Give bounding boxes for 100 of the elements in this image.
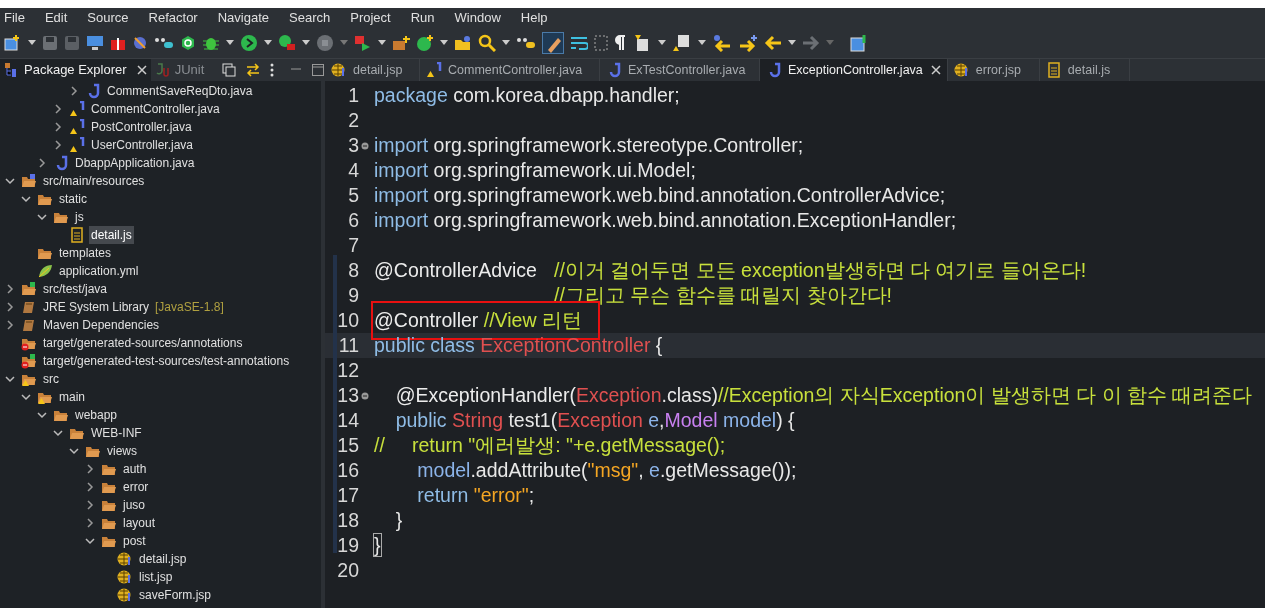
new-icon[interactable] bbox=[4, 33, 22, 52]
caret-icon[interactable] bbox=[502, 39, 510, 46]
tree-item[interactable]: auth bbox=[121, 460, 149, 478]
fold-icon[interactable] bbox=[361, 391, 369, 400]
tree-item[interactable]: views bbox=[105, 442, 139, 460]
chevron-right-icon[interactable] bbox=[53, 122, 63, 132]
forward-icon[interactable] bbox=[738, 33, 758, 52]
tree-item[interactable]: static bbox=[57, 190, 89, 208]
open-folder-icon[interactable] bbox=[454, 34, 472, 51]
document-icon[interactable] bbox=[672, 33, 692, 52]
tree-item[interactable]: detail.js bbox=[89, 226, 134, 244]
run-config-icon[interactable] bbox=[278, 33, 296, 52]
tree-item[interactable]: Maven Dependencies bbox=[41, 316, 162, 334]
link-editor-icon[interactable] bbox=[246, 63, 261, 77]
tree-item[interactable]: JRE System Library bbox=[41, 298, 152, 316]
chevron-right-icon[interactable] bbox=[53, 140, 63, 150]
caret-icon[interactable] bbox=[440, 39, 448, 46]
view-menu-icon[interactable] bbox=[270, 63, 275, 77]
new-class-icon[interactable] bbox=[416, 33, 434, 52]
external-tool-icon[interactable] bbox=[354, 34, 372, 51]
chevron-right-icon[interactable] bbox=[5, 284, 15, 294]
tree-item[interactable]: saveForm.jsp bbox=[137, 586, 214, 604]
menu-item[interactable]: Edit bbox=[34, 7, 78, 28]
caret-icon[interactable] bbox=[264, 39, 272, 46]
pen-icon[interactable] bbox=[542, 31, 564, 54]
dotted-box-icon[interactable] bbox=[594, 34, 608, 51]
chevron-right-icon[interactable] bbox=[37, 158, 47, 168]
tree-item[interactable]: layout bbox=[121, 514, 158, 532]
editor-tab[interactable]: ExceptionController.java bbox=[760, 59, 948, 81]
wrap-icon[interactable] bbox=[570, 34, 588, 51]
back-arrow-icon[interactable] bbox=[764, 34, 782, 51]
tree-item[interactable]: list.jsp bbox=[137, 568, 175, 586]
chevron-right-icon[interactable] bbox=[85, 518, 95, 528]
chevron-down-icon[interactable] bbox=[37, 410, 47, 420]
chevron-right-icon[interactable] bbox=[69, 86, 79, 96]
menu-item[interactable]: Project bbox=[340, 7, 401, 28]
caret-icon[interactable] bbox=[28, 39, 36, 46]
run-icon[interactable] bbox=[240, 33, 258, 52]
fold-icon[interactable] bbox=[361, 141, 369, 150]
tree-item[interactable]: src bbox=[41, 370, 61, 388]
tree-item[interactable]: detail.jsp bbox=[137, 550, 189, 568]
chevron-right-icon[interactable] bbox=[53, 104, 63, 114]
chevron-down-icon[interactable] bbox=[85, 536, 95, 546]
caret-icon[interactable] bbox=[302, 39, 310, 46]
save-icon[interactable] bbox=[42, 34, 58, 51]
menu-item[interactable]: Window bbox=[444, 7, 511, 28]
monitor-icon[interactable] bbox=[86, 34, 104, 51]
menu-item[interactable]: Search bbox=[279, 7, 341, 28]
tree-item[interactable]: WEB-INF bbox=[89, 424, 144, 442]
caret-icon[interactable] bbox=[658, 39, 666, 46]
maximize-icon[interactable] bbox=[312, 64, 325, 76]
menu-item[interactable]: Navigate bbox=[207, 7, 279, 28]
menu-item[interactable]: Refactor bbox=[138, 7, 208, 28]
tree-item[interactable]: target/generated-sources/annotations bbox=[41, 334, 245, 352]
tree-item[interactable]: UserController.java bbox=[89, 136, 196, 154]
tree-item[interactable]: PostController.java bbox=[89, 118, 194, 136]
menu-item[interactable]: Source bbox=[77, 7, 139, 28]
toggle-icon[interactable] bbox=[154, 35, 174, 50]
chevron-right-icon[interactable] bbox=[85, 500, 95, 510]
tree-item[interactable]: src/main/resources bbox=[41, 172, 147, 190]
chevron-down-icon[interactable] bbox=[69, 446, 79, 456]
back-icon[interactable] bbox=[712, 33, 732, 52]
chevron-down-icon[interactable] bbox=[5, 374, 15, 384]
no-entry-icon[interactable] bbox=[132, 34, 148, 51]
caret-icon[interactable] bbox=[226, 39, 234, 46]
chevron-down-icon[interactable] bbox=[5, 176, 15, 186]
chevron-down-icon[interactable] bbox=[37, 212, 47, 222]
caret-icon[interactable] bbox=[698, 39, 706, 46]
tree-item[interactable]: src/test/java bbox=[41, 280, 110, 298]
menu-item[interactable]: File bbox=[0, 7, 35, 28]
tree-item[interactable]: post bbox=[121, 532, 148, 550]
caret-icon[interactable] bbox=[378, 39, 386, 46]
tree-item[interactable]: CommentController.java bbox=[89, 100, 222, 118]
view-tab[interactable]: Package Explorer bbox=[0, 59, 151, 81]
package-icon[interactable] bbox=[392, 34, 410, 51]
tree-item[interactable]: webapp bbox=[73, 406, 120, 424]
tree-item[interactable]: CommentSaveReqDto.java bbox=[105, 82, 255, 100]
chevron-right-icon[interactable] bbox=[5, 302, 15, 312]
chevron-down-icon[interactable] bbox=[21, 194, 31, 204]
forward-arrow-icon[interactable] bbox=[802, 34, 820, 51]
power-icon[interactable] bbox=[180, 34, 196, 51]
tree-item[interactable]: DbappApplication.java bbox=[73, 154, 197, 172]
chevron-down-icon[interactable] bbox=[53, 428, 63, 438]
menu-item[interactable]: Help bbox=[510, 7, 558, 28]
collapse-all-icon[interactable] bbox=[222, 63, 237, 77]
tree-item[interactable]: js bbox=[73, 208, 86, 226]
close-icon[interactable] bbox=[930, 65, 941, 75]
tree-item[interactable]: application.yml bbox=[57, 262, 141, 280]
chevron-right-icon[interactable] bbox=[85, 464, 95, 474]
toggle-icon[interactable] bbox=[516, 35, 536, 50]
tree-item[interactable]: target/generated-test-sources/test-annotations bbox=[41, 352, 292, 370]
view-tab[interactable]: JUnit bbox=[150, 59, 209, 81]
menu-item[interactable]: Run bbox=[400, 7, 445, 28]
pin-window-icon[interactable] bbox=[850, 33, 868, 52]
chevron-right-icon[interactable] bbox=[5, 320, 15, 330]
close-icon[interactable] bbox=[136, 65, 147, 75]
tree-item[interactable]: main bbox=[57, 388, 87, 406]
chevron-right-icon[interactable] bbox=[85, 482, 95, 492]
stop-icon[interactable] bbox=[316, 33, 334, 52]
tree-item[interactable]: error bbox=[121, 478, 151, 496]
